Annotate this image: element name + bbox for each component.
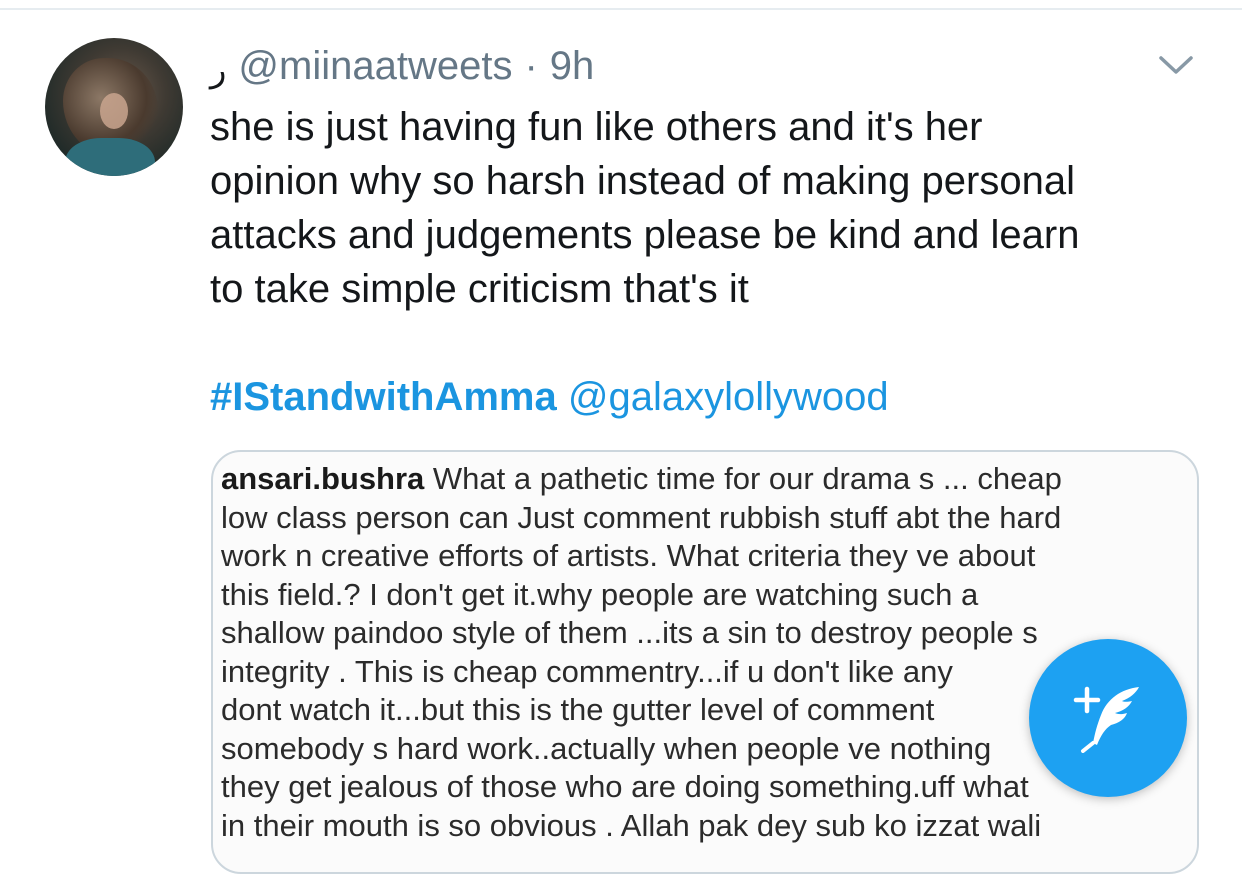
- comment-line: in their mouth is so obvious . Allah pak…: [221, 807, 1042, 843]
- meta-separator: ·: [524, 43, 538, 88]
- screenshot-comment: ansari.bushra What a pathetic time for o…: [221, 460, 1197, 845]
- top-divider: [0, 8, 1242, 10]
- tweet-time[interactable]: 9h: [550, 44, 595, 89]
- tweet-text: she is just having fun like others and i…: [210, 100, 1210, 316]
- comment-username: ansari.bushra: [221, 461, 425, 496]
- comment-line: low class person can Just comment rubbis…: [221, 499, 1062, 535]
- comment-line: work n creative efforts of artists. What…: [221, 538, 1036, 573]
- tweet-text-line: opinion why so harsh instead of making p…: [210, 159, 1075, 203]
- mention-link[interactable]: @galaxylollywood: [568, 375, 889, 419]
- tweet-menu-button[interactable]: [1156, 48, 1196, 82]
- avatar[interactable]: [45, 38, 183, 176]
- chevron-down-icon: [1159, 56, 1193, 74]
- avatar-face: [100, 93, 128, 129]
- compose-tweet-button[interactable]: [1029, 639, 1187, 797]
- tweet-text-line: to take simple criticism that's it: [210, 267, 749, 311]
- compose-tweet-icon: [1073, 686, 1139, 753]
- tweet-text-line: she is just having fun like others and i…: [210, 105, 983, 149]
- tweet-tags: #IStandwithAmma @galaxylollywood: [210, 370, 889, 424]
- tweet-text-line: attacks and judgements please be kind an…: [210, 213, 1080, 257]
- comment-line: this field.? I don't get it.why people a…: [221, 576, 979, 612]
- comment-text: What a pathetic time for our drama s ...…: [424, 461, 1062, 496]
- display-name[interactable]: ر: [210, 50, 226, 90]
- user-handle[interactable]: @miinaatweets: [238, 44, 512, 89]
- hashtag-link[interactable]: #IStandwithAmma: [210, 375, 557, 419]
- comment-line: ansari.bushra What a pathetic time for o…: [221, 460, 1197, 499]
- tweet-header: ر @miinaatweets · 9h: [210, 40, 594, 92]
- comment-line: shallow paindoo style of them ...its a s…: [221, 615, 1038, 650]
- avatar-shirt: [65, 138, 155, 176]
